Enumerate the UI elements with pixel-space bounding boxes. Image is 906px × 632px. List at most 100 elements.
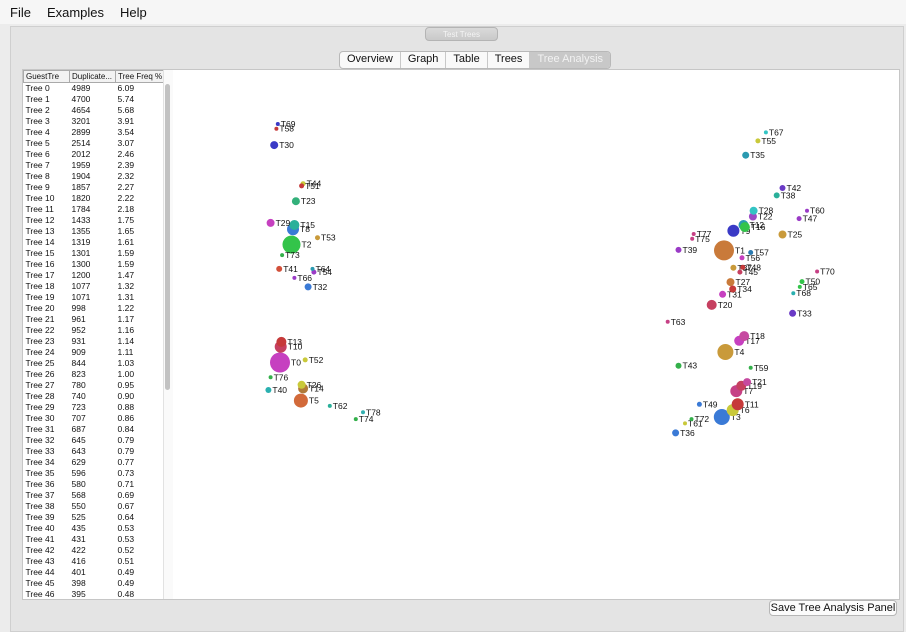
tree-point-t26[interactable] [297, 380, 306, 389]
table-row[interactable]: Tree 16 1300 1.59 [24, 259, 166, 270]
table-scrollbar-thumb[interactable] [165, 84, 170, 390]
table-row[interactable]: Tree 37 568 0.69 [24, 490, 166, 501]
tree-point-t73[interactable] [280, 253, 285, 258]
tab-trees[interactable]: Trees [488, 52, 531, 68]
table-row[interactable]: Tree 23 931 1.14 [24, 336, 166, 347]
table-row[interactable]: Tree 40 435 0.53 [24, 523, 166, 534]
tree-point-t21[interactable] [743, 378, 752, 387]
tree-point-t25[interactable] [778, 230, 787, 239]
tree-point-t37[interactable] [730, 264, 737, 271]
tree-point-t32[interactable] [304, 283, 312, 291]
tree-point-t13[interactable] [276, 336, 287, 347]
table-row[interactable]: Tree 1 4700 5.74 [24, 94, 166, 105]
tree-point-t70[interactable] [815, 269, 820, 274]
table-row[interactable]: Tree 8 1904 2.32 [24, 171, 166, 182]
tree-point-t75[interactable] [690, 236, 695, 241]
table-row[interactable]: Tree 18 1077 1.32 [24, 281, 166, 292]
tree-point-t51[interactable] [299, 183, 305, 189]
table-row[interactable]: Tree 41 431 0.53 [24, 534, 166, 545]
tab-tree-analysis[interactable]: Tree Analysis [530, 52, 611, 68]
table-row[interactable]: Tree 32 645 0.79 [24, 435, 166, 446]
table-row[interactable]: Tree 13 1355 1.65 [24, 226, 166, 237]
tree-point-t15[interactable] [289, 220, 300, 230]
tree-point-t48[interactable] [740, 264, 746, 270]
tree-point-t64[interactable] [310, 266, 315, 271]
table-row[interactable]: Tree 39 525 0.64 [24, 512, 166, 523]
table-row[interactable]: Tree 5 2514 3.07 [24, 138, 166, 149]
tree-point-t55[interactable] [755, 138, 761, 144]
tree-point-t1[interactable] [714, 240, 734, 261]
table-row[interactable]: Tree 17 1200 1.47 [24, 270, 166, 281]
table-row[interactable]: Tree 14 1319 1.61 [24, 237, 166, 248]
tree-point-t34[interactable] [729, 285, 737, 293]
tree-point-t45[interactable] [737, 269, 743, 275]
menu-examples[interactable]: Examples [47, 5, 104, 20]
table-row[interactable]: Tree 0 4989 6.09 [24, 83, 166, 95]
table-row[interactable]: Tree 34 629 0.77 [24, 457, 166, 468]
table-row[interactable]: Tree 31 687 0.84 [24, 424, 166, 435]
tree-point-t61[interactable] [683, 421, 687, 426]
table-row[interactable]: Tree 24 909 1.11 [24, 347, 166, 358]
tree-point-t62[interactable] [327, 403, 332, 408]
menu-file[interactable]: File [10, 5, 31, 20]
tree-point-t20[interactable] [706, 299, 717, 310]
tree-point-t31[interactable] [719, 290, 727, 298]
tree-point-t58[interactable] [274, 126, 279, 131]
test-trees-button[interactable]: Test Trees [425, 27, 498, 41]
tree-point-t39[interactable] [675, 246, 682, 253]
tree-point-t38[interactable] [773, 192, 780, 199]
tree-point-t67[interactable] [763, 130, 768, 135]
table-row[interactable]: Tree 11 1784 2.18 [24, 204, 166, 215]
table-row[interactable]: Tree 29 723 0.88 [24, 402, 166, 413]
tree-point-t30[interactable] [270, 141, 279, 150]
tree-point-t23[interactable] [291, 197, 300, 206]
table-row[interactable]: Tree 4 2899 3.54 [24, 127, 166, 138]
tree-point-t77[interactable] [691, 232, 696, 236]
tree-point-t76[interactable] [268, 375, 273, 380]
table-row[interactable]: Tree 22 952 1.16 [24, 325, 166, 336]
tree-point-t63[interactable] [665, 319, 670, 324]
table-row[interactable]: Tree 30 707 0.86 [24, 413, 166, 424]
column-header-guest-tree[interactable]: GuestTre [23, 70, 70, 83]
tree-point-t16[interactable] [739, 222, 750, 233]
tree-point-t66[interactable] [292, 275, 297, 280]
tree-point-t41[interactable] [276, 265, 283, 272]
tree-point-t33[interactable] [789, 309, 797, 317]
table-row[interactable]: Tree 45 398 0.49 [24, 578, 166, 589]
table-row[interactable]: Tree 28 740 0.90 [24, 391, 166, 402]
tree-point-t35[interactable] [742, 151, 750, 159]
tree-point-t52[interactable] [302, 357, 308, 363]
table-row[interactable]: Tree 9 1857 2.27 [24, 182, 166, 193]
tree-point-t29[interactable] [266, 218, 275, 227]
tree-point-t18[interactable] [739, 331, 750, 342]
tree-point-t28[interactable] [749, 206, 758, 215]
tree-point-t60[interactable] [805, 208, 809, 213]
table-row[interactable]: Tree 27 780 0.95 [24, 380, 166, 391]
table-row[interactable]: Tree 2 4654 5.68 [24, 105, 166, 116]
tree-point-t72[interactable] [689, 417, 694, 422]
tab-graph[interactable]: Graph [401, 52, 447, 68]
table-row[interactable]: Tree 20 998 1.22 [24, 303, 166, 314]
table-row[interactable]: Tree 15 1301 1.59 [24, 248, 166, 259]
tree-point-t0[interactable] [270, 352, 290, 373]
table-row[interactable]: Tree 7 1959 2.39 [24, 160, 166, 171]
tree-point-t56[interactable] [739, 255, 745, 261]
table-row[interactable]: Tree 6 2012 2.46 [24, 149, 166, 160]
table-row[interactable]: Tree 43 416 0.51 [24, 556, 166, 567]
tree-point-t59[interactable] [748, 365, 753, 370]
tree-point-t11[interactable] [731, 398, 744, 411]
column-header-duplicates[interactable]: Duplicate... [69, 70, 116, 83]
table-row[interactable]: Tree 35 596 0.73 [24, 468, 166, 479]
tree-space-plot[interactable]: T0T1T2T3T4T5T6T7T8T9T10T11T12T13T14T15T1… [176, 70, 898, 599]
tree-point-t47[interactable] [796, 216, 802, 222]
table-row[interactable]: Tree 26 823 1.00 [24, 369, 166, 380]
tree-point-t57[interactable] [748, 250, 754, 255]
tree-point-t36[interactable] [672, 429, 680, 437]
tree-point-t78[interactable] [361, 410, 365, 415]
table-row[interactable]: Tree 12 1433 1.75 [24, 215, 166, 226]
tree-point-t68[interactable] [791, 291, 796, 296]
tree-point-t74[interactable] [353, 417, 358, 422]
table-row[interactable]: Tree 10 1820 2.22 [24, 193, 166, 204]
tab-table[interactable]: Table [446, 52, 488, 68]
table-row[interactable]: Tree 33 643 0.79 [24, 446, 166, 457]
